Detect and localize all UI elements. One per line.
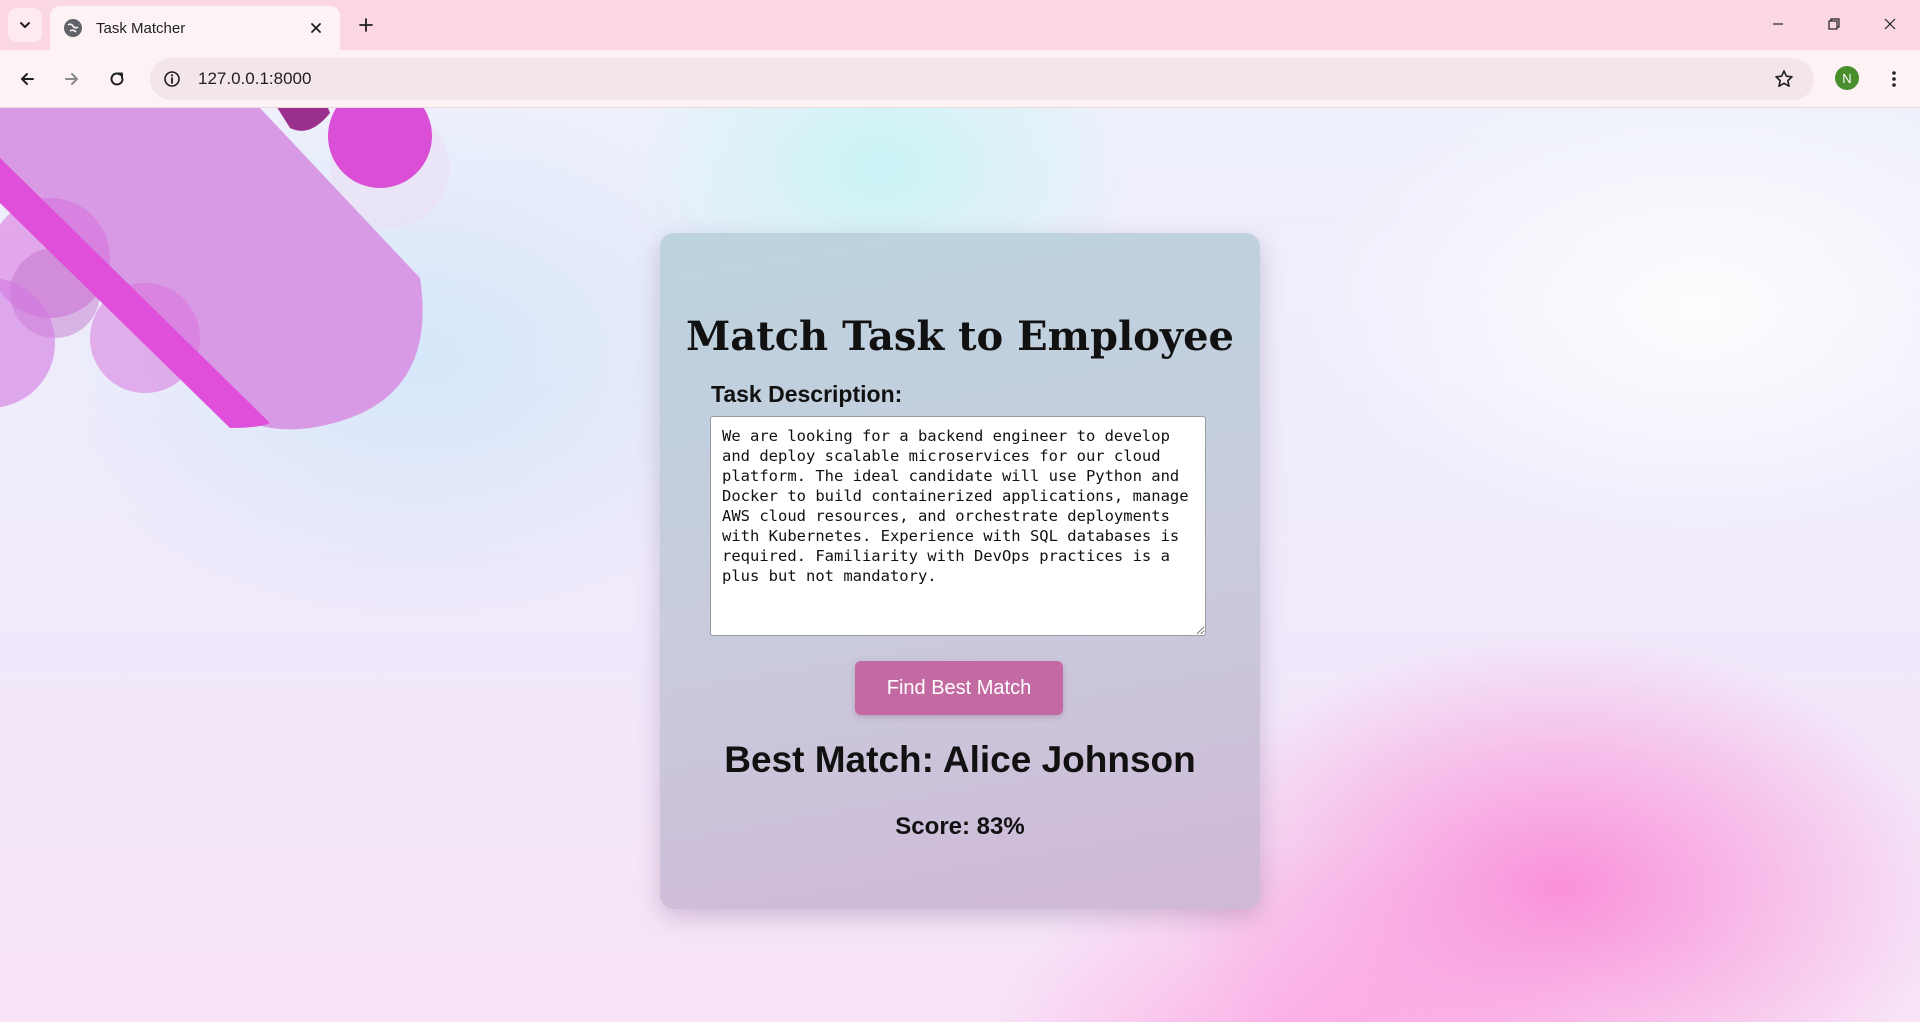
bookmark-button[interactable] <box>1768 63 1800 95</box>
match-card: Match Task to Employee Task Description:… <box>660 233 1260 909</box>
close-icon <box>1884 18 1896 30</box>
match-score: Score: 83% <box>895 813 1025 840</box>
tab-search-button[interactable] <box>8 8 42 42</box>
new-tab-button[interactable] <box>352 11 380 39</box>
forward-button[interactable] <box>56 63 88 95</box>
chevron-down-icon <box>20 22 30 28</box>
globe-icon <box>64 19 82 37</box>
browser-menu-button[interactable] <box>1878 63 1910 95</box>
tab-close-button[interactable] <box>304 16 328 40</box>
arrow-left-icon <box>21 73 34 85</box>
reload-button[interactable] <box>101 63 133 95</box>
reload-icon <box>110 72 124 86</box>
arrow-right-icon <box>65 73 78 85</box>
task-description-label: Task Description: <box>711 381 903 407</box>
restore-button[interactable] <box>1806 0 1862 48</box>
more-vertical-icon <box>1892 71 1896 87</box>
address-bar[interactable]: 127.0.0.1:8000 <box>150 58 1814 100</box>
minimize-button[interactable] <box>1750 0 1806 48</box>
tab-title: Task Matcher <box>96 19 186 37</box>
back-button[interactable] <box>11 63 43 95</box>
page-title: Match Task to Employee <box>686 313 1234 360</box>
page-viewport: Match Task to Employee Task Description:… <box>0 108 1920 1022</box>
browser-toolbar: 127.0.0.1:8000 N <box>0 50 1920 108</box>
star-icon <box>1775 70 1793 87</box>
decorative-shapes <box>0 108 450 430</box>
minimize-icon <box>1773 23 1783 25</box>
site-info-button[interactable] <box>158 65 186 93</box>
best-match-result: Best Match: Alice Johnson <box>724 739 1196 780</box>
tab-strip: Task Matcher <box>0 0 1920 50</box>
info-icon <box>164 71 180 87</box>
profile-avatar[interactable]: N <box>1835 66 1859 90</box>
close-icon <box>311 23 321 33</box>
plus-icon <box>359 18 373 32</box>
close-window-button[interactable] <box>1862 0 1918 48</box>
active-tab[interactable]: Task Matcher <box>50 6 340 50</box>
restore-icon <box>1828 18 1840 30</box>
task-description-textarea[interactable]: We are looking for a backend engineer to… <box>710 416 1206 636</box>
find-best-match-button[interactable]: Find Best Match <box>855 661 1063 715</box>
url-text[interactable]: 127.0.0.1:8000 <box>198 69 1768 89</box>
